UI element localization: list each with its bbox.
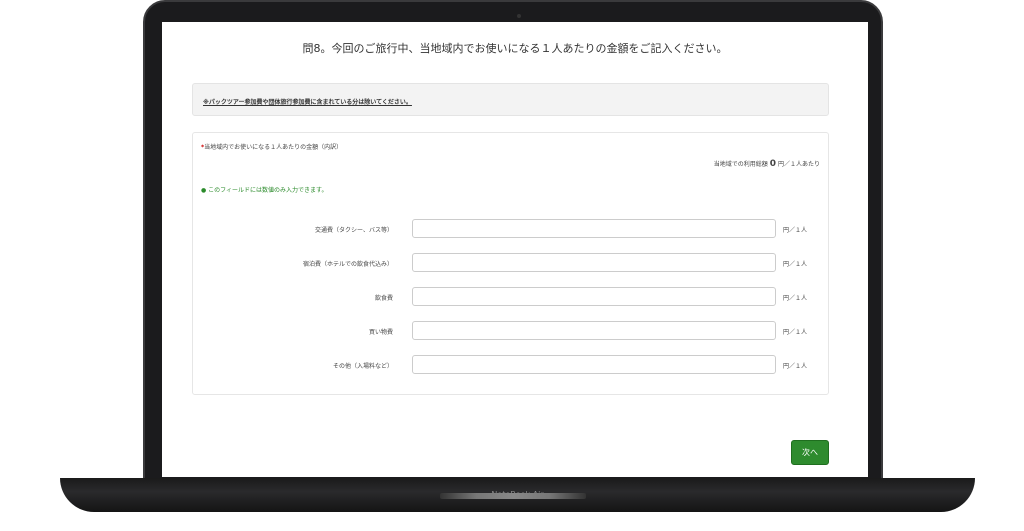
field-row-food: 飲食費 円／１人	[193, 287, 830, 307]
form-panel: *当地域内でお使いになる１人あたりの金額（内訳） 当地域での利用総額 0 円／１人あ…	[192, 132, 829, 395]
field-row-shopping: 買い物費 円／１人	[193, 321, 830, 341]
total-summary: 当地域での利用総額 0 円／１人あたり	[713, 159, 820, 169]
hint-text: ● このフィールドには数値のみ入力できます。	[201, 187, 328, 194]
notice-box: ※パックツアー参加費や団体旅行参加費に含まれている分は除いてください。	[192, 83, 829, 116]
question-label: *当地域内でお使いになる１人あたりの金額（内訳）	[201, 144, 343, 151]
food-input[interactable]	[412, 287, 776, 306]
transport-input[interactable]	[412, 219, 776, 238]
page-title: 問8。今回のご旅行中、当地域内でお使いになる１人あたりの金額をご記入ください。	[302, 42, 728, 55]
total-value: 0	[769, 159, 776, 169]
screen: 問8。今回のご旅行中、当地域内でお使いになる１人あたりの金額をご記入ください。 …	[162, 22, 868, 477]
shopping-input[interactable]	[412, 321, 776, 340]
field-row-lodging: 宿泊費（ホテルでの飲食代込み） 円／１人	[193, 253, 830, 273]
info-icon: ●	[201, 187, 207, 194]
field-row-transport: 交通費（タクシー、バス等） 円／１人	[193, 219, 830, 239]
other-input[interactable]	[412, 355, 776, 374]
next-button[interactable]: 次へ	[791, 440, 829, 465]
lodging-input[interactable]	[412, 253, 776, 272]
camera-icon	[517, 14, 521, 18]
field-row-other: その他（入場料など） 円／１人	[193, 355, 830, 375]
laptop-hinge	[440, 493, 586, 499]
